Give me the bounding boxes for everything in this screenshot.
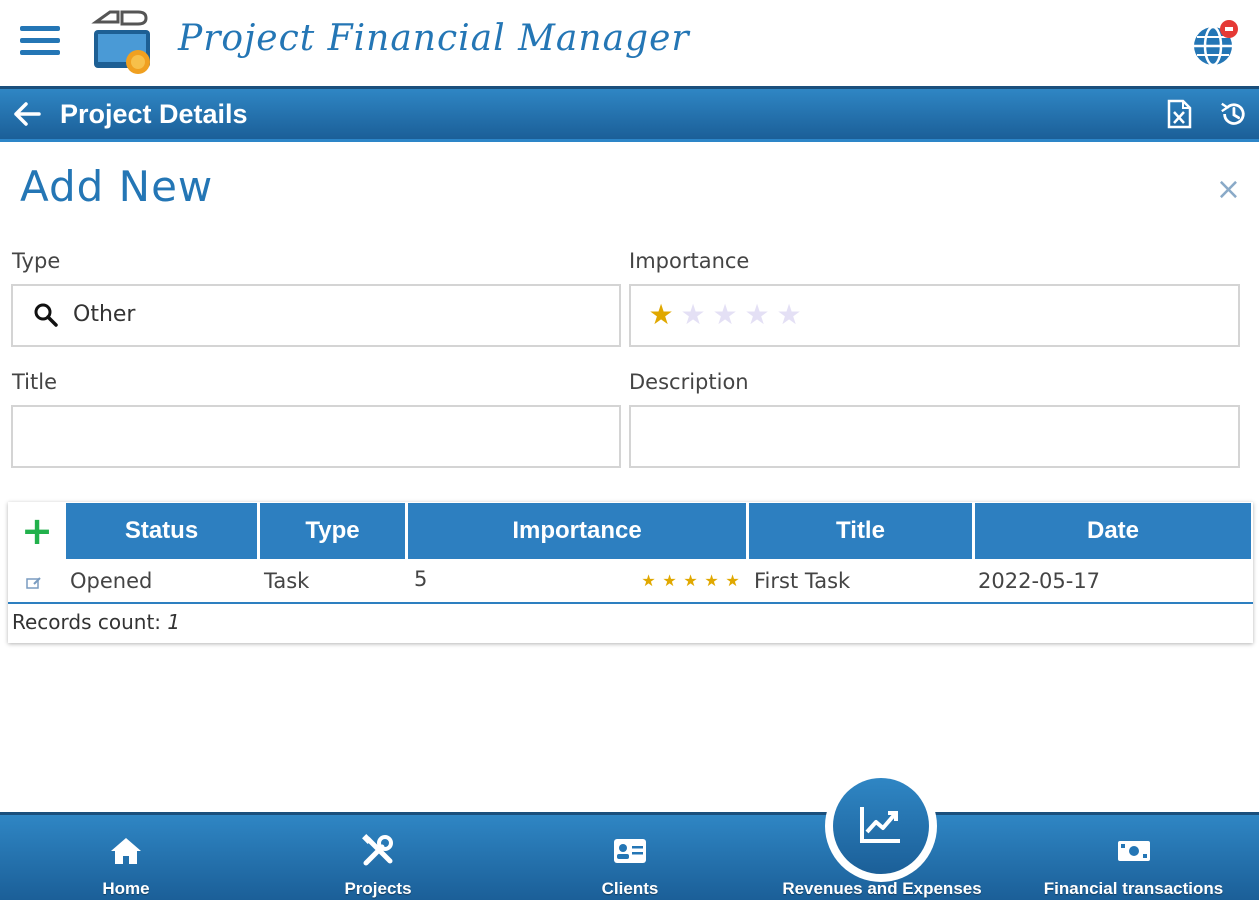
cell-importance-value: 5 bbox=[414, 567, 428, 591]
importance-star-rating[interactable]: ★ ★ ★ ★ ★ bbox=[645, 300, 805, 330]
search-icon bbox=[34, 303, 58, 327]
tools-icon bbox=[362, 834, 393, 866]
edit-icon[interactable] bbox=[26, 576, 42, 590]
nav-clients[interactable]: Clients bbox=[504, 815, 756, 900]
column-header-date[interactable]: Date bbox=[975, 503, 1251, 559]
cell-type: Task bbox=[264, 569, 310, 593]
importance-field[interactable]: ★ ★ ★ ★ ★ bbox=[629, 284, 1240, 347]
globe-language-icon[interactable] bbox=[1191, 18, 1241, 68]
cell-importance-stars: ★ ★ ★ ★ ★ bbox=[638, 571, 743, 590]
money-icon bbox=[1117, 841, 1150, 861]
importance-label: Importance bbox=[629, 249, 750, 273]
importance-star-3[interactable]: ★ bbox=[709, 300, 741, 330]
column-header-status[interactable]: Status bbox=[66, 503, 260, 559]
type-label: Type bbox=[12, 249, 61, 273]
row-star-icon: ★ bbox=[704, 571, 719, 590]
records-table: + Status Type Importance Title Date Open… bbox=[8, 502, 1253, 643]
row-star-icon: ★ bbox=[641, 571, 656, 590]
app-header: Project Financial Manager bbox=[0, 0, 1259, 86]
revenues-expenses-fab[interactable] bbox=[825, 770, 937, 882]
page-title: Project Details bbox=[60, 99, 248, 129]
type-field[interactable]: Other bbox=[11, 284, 621, 347]
description-input[interactable] bbox=[629, 405, 1240, 468]
column-header-title[interactable]: Title bbox=[749, 503, 975, 559]
importance-star-2[interactable]: ★ bbox=[677, 300, 709, 330]
description-label: Description bbox=[629, 370, 749, 394]
title-input[interactable] bbox=[11, 405, 621, 468]
id-card-icon bbox=[614, 839, 646, 863]
app-logo bbox=[91, 10, 150, 74]
nav-home[interactable]: Home bbox=[0, 815, 252, 900]
home-icon bbox=[111, 838, 141, 864]
column-header-type[interactable]: Type bbox=[260, 503, 408, 559]
title-bar: Project Details bbox=[0, 86, 1259, 142]
row-star-icon: ★ bbox=[662, 571, 677, 590]
nav-clients-label: Clients bbox=[601, 879, 659, 898]
records-count-value: 1 bbox=[167, 610, 181, 634]
table-row[interactable]: Opened Task 5 ★ ★ ★ ★ ★ First Task 2022-05-1… bbox=[8, 562, 1253, 604]
nav-financial-transactions[interactable]: Financial transactions bbox=[1008, 815, 1259, 900]
importance-star-5[interactable]: ★ bbox=[773, 300, 805, 330]
records-count-label: Records count: bbox=[12, 610, 162, 634]
close-icon[interactable]: × bbox=[1216, 172, 1241, 207]
row-star-icon: ★ bbox=[683, 571, 698, 590]
nav-home-label: Home bbox=[102, 879, 150, 898]
column-header-importance[interactable]: Importance bbox=[408, 503, 749, 559]
type-value: Other bbox=[73, 302, 136, 327]
records-count: Records count: 1 bbox=[12, 610, 180, 634]
title-label: Title bbox=[12, 370, 58, 394]
nav-financial-transactions-label: Financial transactions bbox=[1043, 879, 1224, 898]
form-heading: Add New bbox=[20, 162, 214, 211]
history-icon[interactable] bbox=[1219, 99, 1247, 129]
importance-star-1[interactable]: ★ bbox=[645, 300, 677, 330]
excel-export-icon[interactable] bbox=[1165, 99, 1193, 129]
cell-title: First Task bbox=[754, 569, 851, 593]
menu-icon[interactable] bbox=[20, 26, 60, 60]
row-star-icon: ★ bbox=[725, 571, 740, 590]
nav-revenues-expenses-label: Revenues and Expenses bbox=[782, 879, 982, 898]
back-arrow-icon[interactable] bbox=[12, 99, 42, 129]
cell-date: 2022-05-17 bbox=[978, 569, 1101, 593]
app-title: Project Financial Manager bbox=[178, 18, 690, 59]
add-record-button[interactable]: + bbox=[8, 502, 66, 560]
bottom-navigation: Home Projects Clients Revenues and Expen… bbox=[0, 812, 1259, 900]
nav-projects-label: Projects bbox=[344, 879, 412, 898]
nav-projects[interactable]: Projects bbox=[252, 815, 504, 900]
chart-icon bbox=[860, 807, 900, 843]
cell-status: Opened bbox=[70, 569, 153, 593]
importance-star-4[interactable]: ★ bbox=[741, 300, 773, 330]
